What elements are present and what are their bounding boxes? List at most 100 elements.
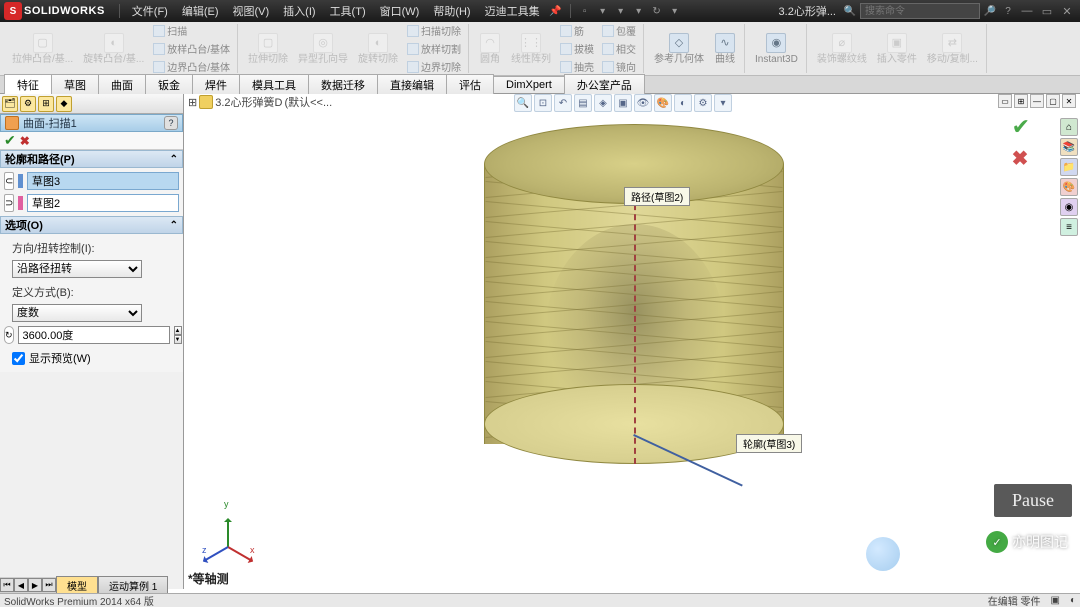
profile-callout[interactable]: 轮廓(草图3)	[736, 434, 802, 453]
tab-dimxpert[interactable]: DimXpert	[493, 76, 565, 93]
hole-wizard-button[interactable]: ◎异型孔向导	[294, 31, 352, 67]
refresh-icon[interactable]: ↻	[649, 3, 665, 19]
tab-nav-last[interactable]: ⏭	[42, 578, 56, 592]
tab-sheetmetal[interactable]: 钣金	[145, 74, 193, 95]
loft-button[interactable]: 放样凸台/基体	[150, 40, 233, 57]
feature-tree-tab-icon[interactable]: 🗂	[2, 96, 18, 112]
minimize-button[interactable]: —	[1018, 3, 1036, 19]
boundary-cut-button[interactable]: 边界切除	[404, 58, 464, 75]
profile-selector-icon[interactable]: ⊂	[4, 172, 14, 190]
section-view-icon[interactable]: ▤	[574, 94, 592, 112]
ok-button[interactable]: ✔	[4, 132, 16, 149]
search-icon[interactable]: 🔍	[842, 3, 858, 19]
custom-props-tab-icon[interactable]: ≡	[1060, 218, 1078, 236]
zoom-area-icon[interactable]: ⊡	[534, 94, 552, 112]
settings-icon[interactable]: ▾	[667, 3, 683, 19]
graphics-viewport[interactable]: ⊞ 3.2心形弹簧D (默认<<... 🔍 ⊡ ↶ ▤ ◈ ▣ 👁 🎨 ◐ ⚙ …	[184, 94, 1080, 589]
angle-input[interactable]	[18, 326, 170, 344]
collapse-icon[interactable]: ⌃	[170, 220, 178, 231]
cancel-button[interactable]: ✖	[20, 134, 30, 148]
path-selector-icon[interactable]: ⊃	[4, 194, 14, 212]
tab-features[interactable]: 特征	[4, 74, 52, 95]
tab-evaluate[interactable]: 评估	[446, 74, 494, 95]
resources-tab-icon[interactable]: ⌂	[1060, 118, 1078, 136]
tab-office[interactable]: 办公室产品	[564, 74, 645, 95]
show-preview-checkbox[interactable]	[12, 352, 25, 365]
wrap-button[interactable]: 包覆	[599, 22, 639, 39]
previous-view-icon[interactable]: ↶	[554, 94, 572, 112]
zoom-fit-icon[interactable]: 🔍	[514, 94, 532, 112]
move-copy-button[interactable]: ⇄移动/复制...	[923, 31, 982, 67]
help-icon[interactable]: ?	[1000, 3, 1016, 19]
more-icon[interactable]: ▾	[714, 94, 732, 112]
new-icon[interactable]: ▫	[577, 3, 593, 19]
insert-part-button[interactable]: ▣插入零件	[873, 31, 921, 67]
path-field[interactable]	[27, 194, 179, 212]
tab-directedit[interactable]: 直接编辑	[377, 74, 447, 95]
print-icon[interactable]: ▾	[631, 3, 647, 19]
hide-show-icon[interactable]: 👁	[634, 94, 652, 112]
collapse-icon[interactable]: ⌃	[170, 154, 178, 165]
view-orientation-icon[interactable]: ◈	[594, 94, 612, 112]
doc-arrange-icon[interactable]: ⊞	[1014, 94, 1028, 108]
tab-nav-prev[interactable]: ◀	[14, 578, 28, 592]
boundary-button[interactable]: 边界凸台/基体	[150, 58, 233, 75]
flyout-tree[interactable]: ⊞ 3.2心形弹簧D (默认<<...	[188, 94, 332, 110]
tab-weldment[interactable]: 焊件	[192, 74, 240, 95]
menu-file[interactable]: 文件(F)	[126, 1, 174, 21]
command-help-button[interactable]: ?	[164, 116, 178, 130]
menu-window[interactable]: 窗口(W)	[374, 1, 426, 21]
menu-edit[interactable]: 编辑(E)	[176, 1, 225, 21]
rib-button[interactable]: 筋	[557, 22, 597, 39]
close-button[interactable]: ✕	[1058, 3, 1076, 19]
profile-field[interactable]	[27, 172, 179, 190]
fillet-button[interactable]: ◠圆角	[475, 31, 505, 67]
loft-cut-button[interactable]: 放样切割	[404, 40, 464, 57]
cosmetic-thread-button[interactable]: ⌀装饰螺纹线	[813, 31, 871, 67]
restore-button[interactable]: ▭	[1038, 3, 1056, 19]
revolve-boss-button[interactable]: ◐旋转凸台/基...	[79, 31, 148, 67]
motion-study-tab[interactable]: 运动算例 1	[98, 576, 168, 595]
extrude-cut-button[interactable]: ▢拉伸切除	[244, 31, 292, 67]
sweep-button[interactable]: 扫描	[150, 22, 233, 39]
file-explorer-tab-icon[interactable]: 📁	[1060, 158, 1078, 176]
doc-maximize-icon[interactable]: ▢	[1046, 94, 1060, 108]
intersect-button[interactable]: 相交	[599, 40, 639, 57]
search-go-icon[interactable]: 🔎	[982, 3, 998, 19]
menu-maidi[interactable]: 迈迪工具集	[479, 1, 546, 21]
menu-help[interactable]: 帮助(H)	[427, 1, 476, 21]
view-palette-tab-icon[interactable]: 🎨	[1060, 178, 1078, 196]
design-library-tab-icon[interactable]: 📚	[1060, 138, 1078, 156]
dimxpert-tab-icon[interactable]: ◆	[56, 96, 72, 112]
search-input[interactable]	[860, 3, 980, 19]
path-callout[interactable]: 路径(草图2)	[624, 187, 690, 206]
view-settings-icon[interactable]: ⚙	[694, 94, 712, 112]
angle-increment-button[interactable]: ▲	[174, 326, 182, 335]
definition-select[interactable]: 度数	[12, 304, 142, 322]
save-icon[interactable]: ▾	[613, 3, 629, 19]
instant3d-button[interactable]: ◉Instant3D	[751, 31, 802, 67]
tab-nav-next[interactable]: ▶	[28, 578, 42, 592]
configuration-tab-icon[interactable]: ⊞	[38, 96, 54, 112]
shell-button[interactable]: 抽壳	[557, 58, 597, 75]
open-icon[interactable]: ▾	[595, 3, 611, 19]
reference-geometry-button[interactable]: ◇参考几何体	[650, 31, 708, 67]
doc-close-icon[interactable]: ✕	[1062, 94, 1076, 108]
draft-button[interactable]: 拔模	[557, 40, 597, 57]
angle-decrement-button[interactable]: ▼	[174, 335, 182, 344]
tab-datamigration[interactable]: 数据迁移	[308, 74, 378, 95]
menu-insert[interactable]: 插入(I)	[277, 1, 321, 21]
options-section-header[interactable]: 选项(O) ⌃	[0, 216, 183, 234]
menu-tools[interactable]: 工具(T)	[324, 1, 372, 21]
apply-scene-icon[interactable]: ◐	[674, 94, 692, 112]
appearances-tab-icon[interactable]: ◉	[1060, 198, 1078, 216]
pin-icon[interactable]: 📌	[548, 3, 564, 19]
tab-nav-first[interactable]: ⏮	[0, 578, 14, 592]
float-ok-button[interactable]: ✔	[1012, 114, 1030, 140]
model-tab[interactable]: 模型	[56, 576, 98, 595]
expand-icon[interactable]: ⊞	[188, 96, 197, 109]
float-cancel-button[interactable]: ✖	[1012, 146, 1030, 171]
edit-appearance-icon[interactable]: 🎨	[654, 94, 672, 112]
status-icon-2[interactable]: ◐	[1070, 595, 1076, 606]
display-style-icon[interactable]: ▣	[614, 94, 632, 112]
